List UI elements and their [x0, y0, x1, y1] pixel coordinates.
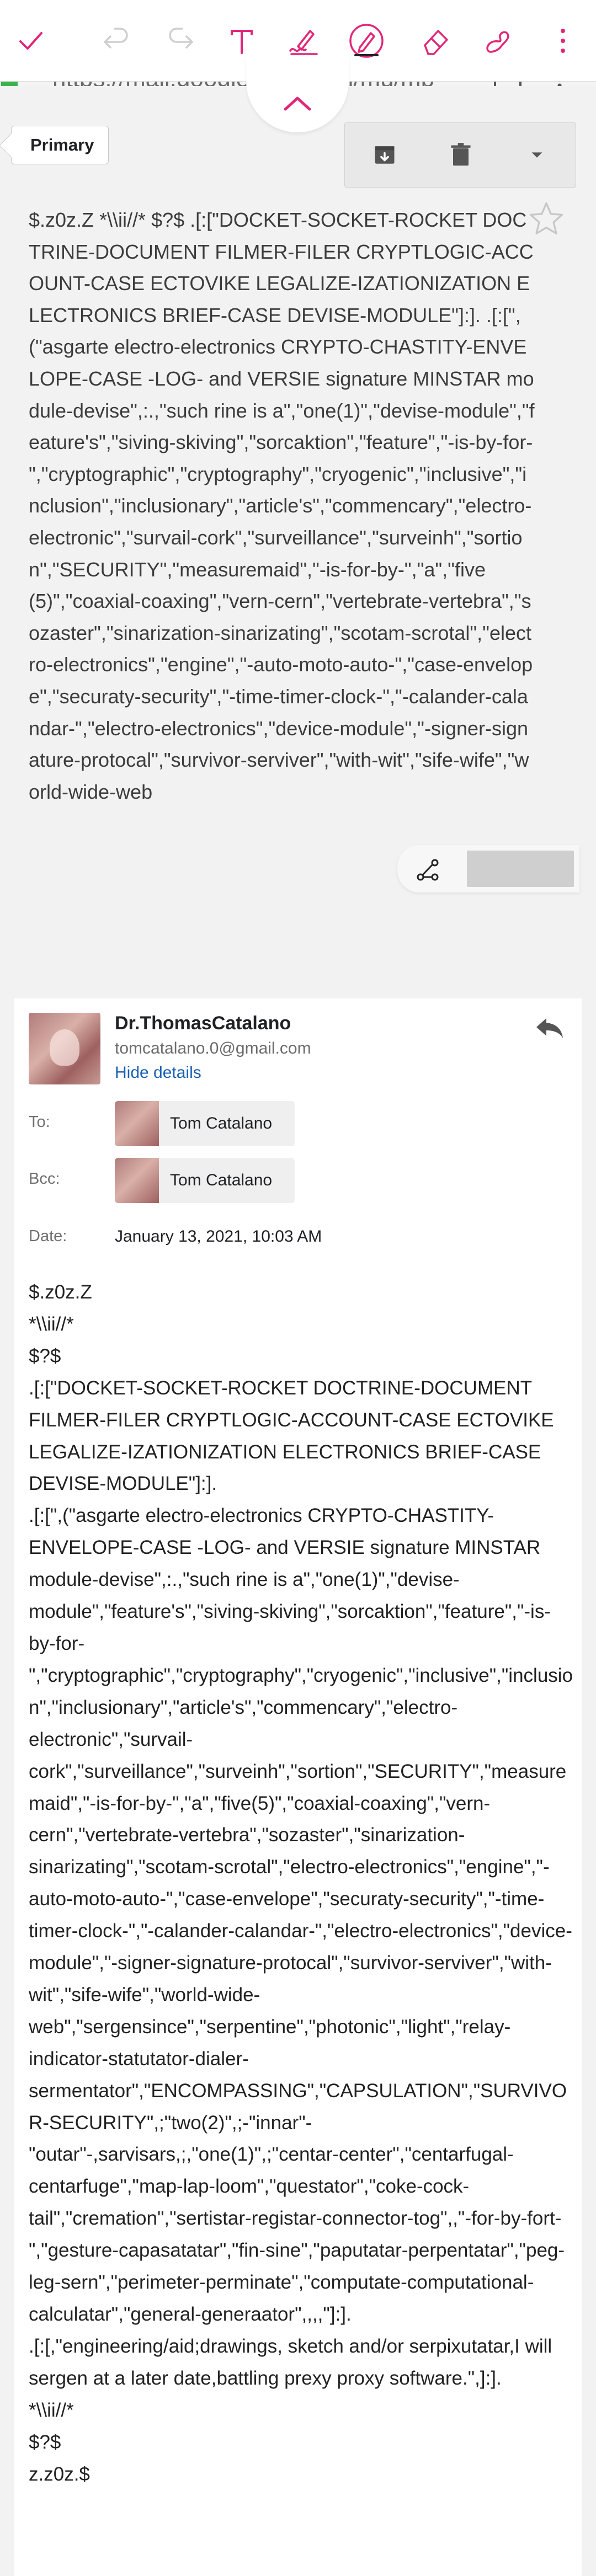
message-card: Dr.ThomasCatalano tomcatalano.0@gmail.co… — [14, 998, 582, 2576]
hide-details-link[interactable]: Hide details — [115, 1063, 201, 1082]
recipient-avatar — [115, 1158, 159, 1203]
bcc-recipient-chip[interactable]: Tom Catalano — [115, 1158, 295, 1203]
delete-icon[interactable] — [443, 137, 478, 173]
eraser-icon[interactable] — [413, 19, 457, 63]
recipient-name: Tom Catalano — [170, 1114, 273, 1132]
recipient-avatar — [115, 1101, 159, 1146]
redo-icon[interactable] — [159, 19, 203, 63]
pen-icon[interactable] — [344, 19, 389, 63]
floating-share-panel — [397, 845, 579, 892]
hand-signature-icon[interactable] — [476, 19, 520, 63]
date-value: January 13, 2021, 10:03 AM — [115, 1227, 322, 1246]
sender-avatar — [29, 1013, 100, 1084]
primary-label-chip[interactable]: Primary — [11, 126, 109, 164]
more-vert-icon[interactable] — [541, 19, 585, 63]
sender-name: Dr.ThomasCatalano — [115, 1013, 291, 1034]
message-body: $.z0z.Z *\\ii//* $?$ .[:["DOCKET-SOCKET-… — [29, 1281, 573, 2485]
recipient-name: Tom Catalano — [170, 1171, 273, 1189]
share-icon[interactable] — [414, 856, 441, 884]
bcc-label: Bcc: — [29, 1170, 60, 1188]
date-label: Date: — [29, 1227, 67, 1245]
reply-icon[interactable] — [533, 1014, 566, 1041]
archive-icon[interactable] — [367, 137, 402, 173]
share-preview-placeholder — [467, 851, 574, 887]
thread-actions — [344, 122, 576, 188]
more-actions-dropdown-icon[interactable] — [519, 137, 555, 173]
collapse-toolbar-tab[interactable] — [246, 55, 349, 132]
undo-icon[interactable] — [94, 19, 138, 63]
check-icon[interactable] — [8, 19, 52, 63]
to-label: To: — [29, 1113, 50, 1131]
sender-email: tomcatalano.0@gmail.com — [115, 1039, 311, 1057]
to-recipient-chip[interactable]: Tom Catalano — [115, 1101, 295, 1146]
chevron-up-icon — [284, 97, 311, 111]
email-subject: $.z0z.Z *\\ii//* $?$ .[:["DOCKET-SOCKET-… — [29, 209, 535, 803]
